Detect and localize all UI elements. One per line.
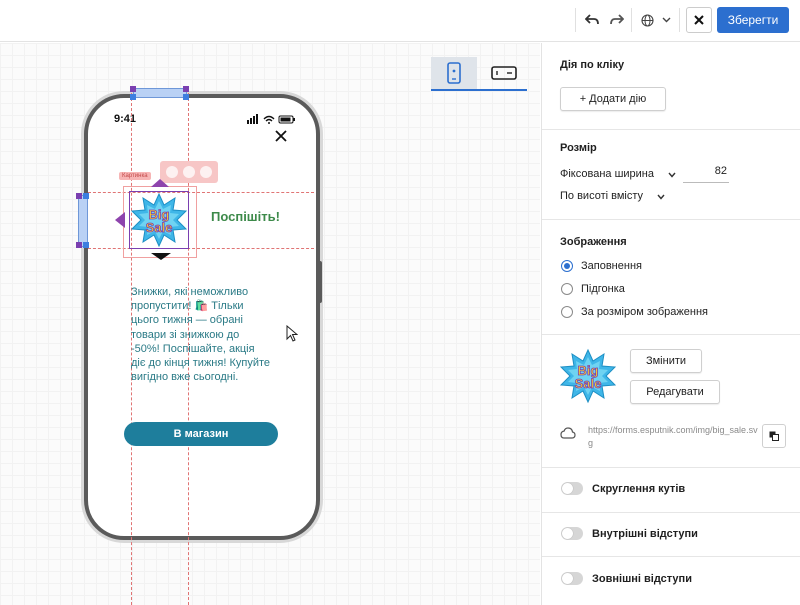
edit-image-button[interactable]: Редагувати: [630, 380, 720, 404]
align-icon[interactable]: [166, 166, 179, 178]
corner-handle[interactable]: [76, 193, 82, 199]
guide-line: [88, 192, 314, 193]
resize-handle-top[interactable]: [133, 88, 187, 98]
selection-label: Картинка: [119, 172, 151, 180]
image-text: Sale: [575, 376, 602, 391]
radio-fill[interactable]: [561, 260, 573, 272]
mouse-cursor-icon: [286, 325, 298, 342]
image-url: https://forms.esputnik.com/img/big_sale.…: [588, 425, 758, 448]
corner-handle[interactable]: [83, 193, 89, 199]
radio-label: Підгонка: [581, 283, 625, 295]
toggle-label: Зовнішні відступи: [592, 573, 692, 585]
toolbar-separator: [575, 8, 576, 32]
settings-icon[interactable]: [182, 166, 195, 178]
toolbar-separator: [631, 8, 632, 32]
image-thumbnail: Big Sale: [559, 348, 617, 404]
section-title: Розмір: [560, 142, 597, 154]
close-icon: [694, 15, 704, 25]
corner-handle[interactable]: [183, 86, 189, 92]
rounded-corners-toggle[interactable]: [561, 482, 583, 495]
copy-icon: [769, 431, 779, 441]
mobile-icon: [447, 62, 461, 84]
move-down-handle[interactable]: [151, 253, 171, 260]
section-title: Дія по кліку: [560, 59, 625, 71]
chevron-down-icon[interactable]: [656, 192, 666, 202]
outer-margin-toggle[interactable]: [561, 572, 583, 585]
change-image-button[interactable]: Змінити: [630, 349, 702, 373]
inner-padding-toggle[interactable]: [561, 527, 583, 540]
move-up-handle[interactable]: [151, 179, 169, 187]
corner-handle[interactable]: [130, 94, 136, 100]
corner-handle[interactable]: [130, 86, 136, 92]
chevron-down-icon[interactable]: [659, 8, 673, 32]
status-icons: [247, 114, 295, 124]
close-button[interactable]: [686, 7, 712, 33]
desktop-view-button[interactable]: [481, 57, 527, 89]
redo-icon[interactable]: [607, 8, 627, 32]
phone-side-button: [318, 261, 322, 303]
corner-handle[interactable]: [183, 94, 189, 100]
globe-icon[interactable]: [639, 8, 655, 32]
delete-icon[interactable]: [199, 166, 212, 178]
toggle-label: Скруглення кутів: [592, 483, 686, 495]
radio-label: За розміром зображення: [581, 306, 708, 318]
section-title: Зображення: [560, 236, 627, 248]
radio-original-size[interactable]: [561, 306, 573, 318]
modal-close-icon[interactable]: [272, 127, 290, 145]
height-mode-select[interactable]: По висоті вмісту: [560, 190, 643, 202]
shop-button[interactable]: В магазин: [124, 422, 278, 446]
settings-panel: Дія по кліку + Додати дію Розмір Фіксова…: [541, 43, 800, 605]
width-mode-select[interactable]: Фіксована ширина: [560, 168, 654, 180]
radio-fit[interactable]: [561, 283, 573, 295]
corner-handle[interactable]: [76, 242, 82, 248]
desktop-icon: [491, 66, 517, 80]
status-time: 9:41: [114, 113, 137, 125]
cloud-icon: [560, 427, 576, 439]
chevron-down-icon[interactable]: [667, 170, 677, 180]
selection-box: [129, 191, 189, 249]
mobile-view-button[interactable]: [431, 57, 477, 89]
editor-app: Зберегти 9:41 Картинка Big Sale Поспішіт…: [0, 0, 800, 605]
hurry-heading[interactable]: Поспішіть!: [211, 209, 280, 224]
resize-handle-left[interactable]: [78, 195, 88, 247]
top-toolbar: Зберегти: [0, 0, 800, 42]
copy-url-button[interactable]: [762, 424, 786, 448]
radio-label: Заповнення: [581, 260, 642, 272]
guide-line: [88, 248, 314, 249]
device-switcher: [431, 57, 527, 91]
width-input[interactable]: 82: [683, 165, 729, 183]
toolbar-separator: [679, 8, 680, 32]
click-action-section: Дія по кліку + Додати дію: [542, 43, 800, 130]
save-button[interactable]: Зберегти: [717, 7, 789, 33]
toggle-label: Внутрішні відступи: [592, 528, 698, 540]
editor-canvas[interactable]: 9:41 Картинка Big Sale Поспішіть! Знижки…: [0, 43, 540, 605]
move-left-handle[interactable]: [115, 212, 125, 228]
corner-handle[interactable]: [83, 242, 89, 248]
undo-icon[interactable]: [582, 8, 602, 32]
add-action-button[interactable]: + Додати дію: [560, 87, 666, 111]
body-text[interactable]: Знижки, які неможливо пропустити! 🛍️ Тіл…: [131, 285, 271, 384]
